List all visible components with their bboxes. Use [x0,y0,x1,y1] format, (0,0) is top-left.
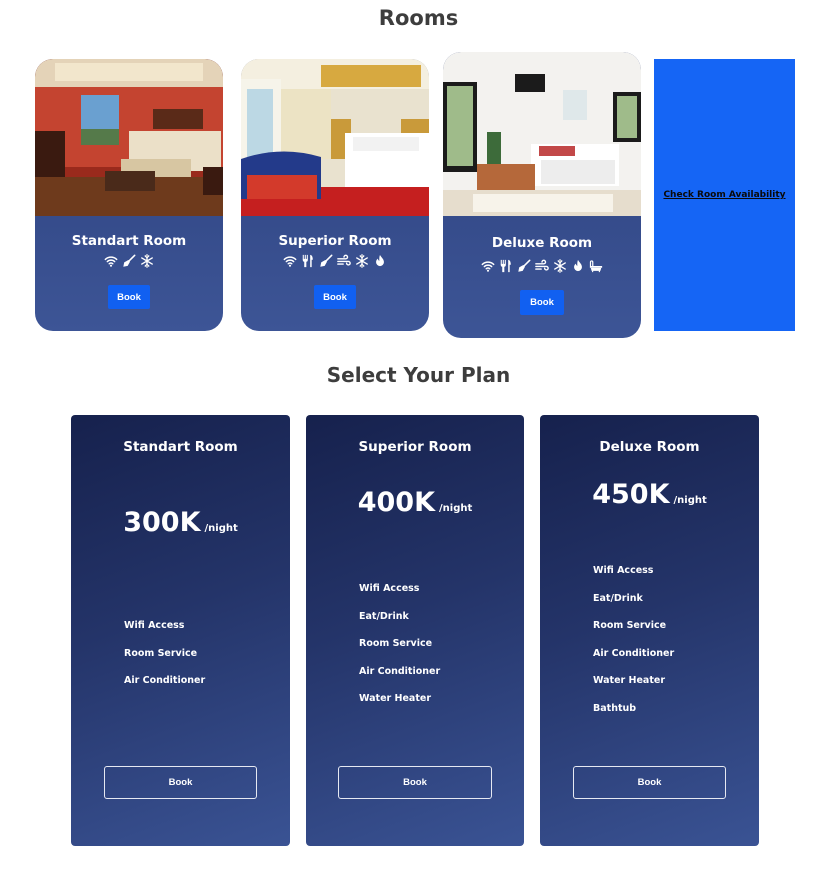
feature-item: Air Conditioner [593,647,675,659]
broom-icon [319,254,333,268]
plan-book-button[interactable]: Book [338,766,492,799]
broom-icon [517,259,531,273]
price-unit: /night [204,523,238,534]
plan-card-superior: Superior Room 400K/night Wifi Access Eat… [306,415,524,846]
feature-item: Water Heater [359,693,432,704]
plan-price: 400K/night [306,487,524,518]
wind-icon [535,259,549,273]
feature-item: Wifi Access [593,565,654,576]
plan-name: Deluxe Room [599,439,700,455]
book-button[interactable]: Book [520,290,564,315]
wifi-icon [104,254,118,268]
plan-price: 300K/night [71,507,290,538]
plan-book-button[interactable]: Book [104,766,257,799]
amenity-icons [443,259,641,273]
amenity-icons [35,254,223,268]
bathtub-icon [589,259,603,273]
plan-card-standart: Standart Room 300K/night Wifi Access Roo… [71,415,290,846]
feature-item: Water Heater [593,675,666,686]
plan-price: 450K/night [540,479,759,510]
price-unit: /night [439,503,473,514]
room-name: Superior Room [278,233,392,249]
fire-icon [373,254,387,268]
utensils-icon [301,254,315,268]
wifi-icon [283,254,297,268]
room-photo-standart [35,59,223,216]
utensils-icon [499,259,513,273]
check-availability-link[interactable]: Check Room Availability [663,190,785,200]
book-button[interactable]: Book [314,285,356,309]
feature-item: Air Conditioner [124,675,206,686]
broom-icon [122,254,136,268]
room-card-deluxe: Deluxe Room Book [443,52,641,338]
room-name: Deluxe Room [491,235,593,251]
book-button[interactable]: Book [108,285,150,309]
amenity-icons [241,254,429,268]
feature-item: Wifi Access [359,583,420,594]
room-photo-deluxe [443,52,641,216]
feature-list: Wifi Access Room Service Air Conditioner [124,620,205,703]
feature-item: Eat/Drink [593,592,643,604]
feature-item: Room Service [124,647,198,659]
plan-book-button[interactable]: Book [573,766,726,799]
wind-icon [337,254,351,268]
fire-icon [571,259,585,273]
room-name: Standart Room [71,233,187,249]
availability-panel: Check Room Availability [654,59,795,331]
feature-list: Wifi Access Eat/Drink Room Service Air C… [593,565,674,730]
rooms-title: Rooms [378,6,459,30]
feature-item: Wifi Access [124,620,185,631]
plan-card-deluxe: Deluxe Room 450K/night Wifi Access Eat/D… [540,415,759,846]
feature-item: Bathtub [593,702,637,714]
feature-item: Eat/Drink [359,610,409,622]
room-photo-superior [241,59,429,216]
price-amount: 400K [357,487,436,518]
snowflake-icon [355,254,369,268]
price-amount: 450K [592,479,670,510]
snowflake-icon [553,259,567,273]
room-card-standart: Standart Room Book [35,59,223,331]
snowflake-icon [140,254,154,268]
feature-item: Room Service [593,620,667,631]
plan-name: Superior Room [358,439,472,455]
plan-name: Standart Room [123,439,238,455]
feature-item: Air Conditioner [359,665,441,677]
feature-item: Room Service [359,638,433,649]
plans-title: Select Your Plan [326,363,511,387]
price-amount: 300K [123,507,201,538]
price-unit: /night [673,495,707,506]
feature-list: Wifi Access Eat/Drink Room Service Air C… [359,583,440,721]
room-card-superior: Superior Room Book [241,59,429,331]
wifi-icon [481,259,495,273]
